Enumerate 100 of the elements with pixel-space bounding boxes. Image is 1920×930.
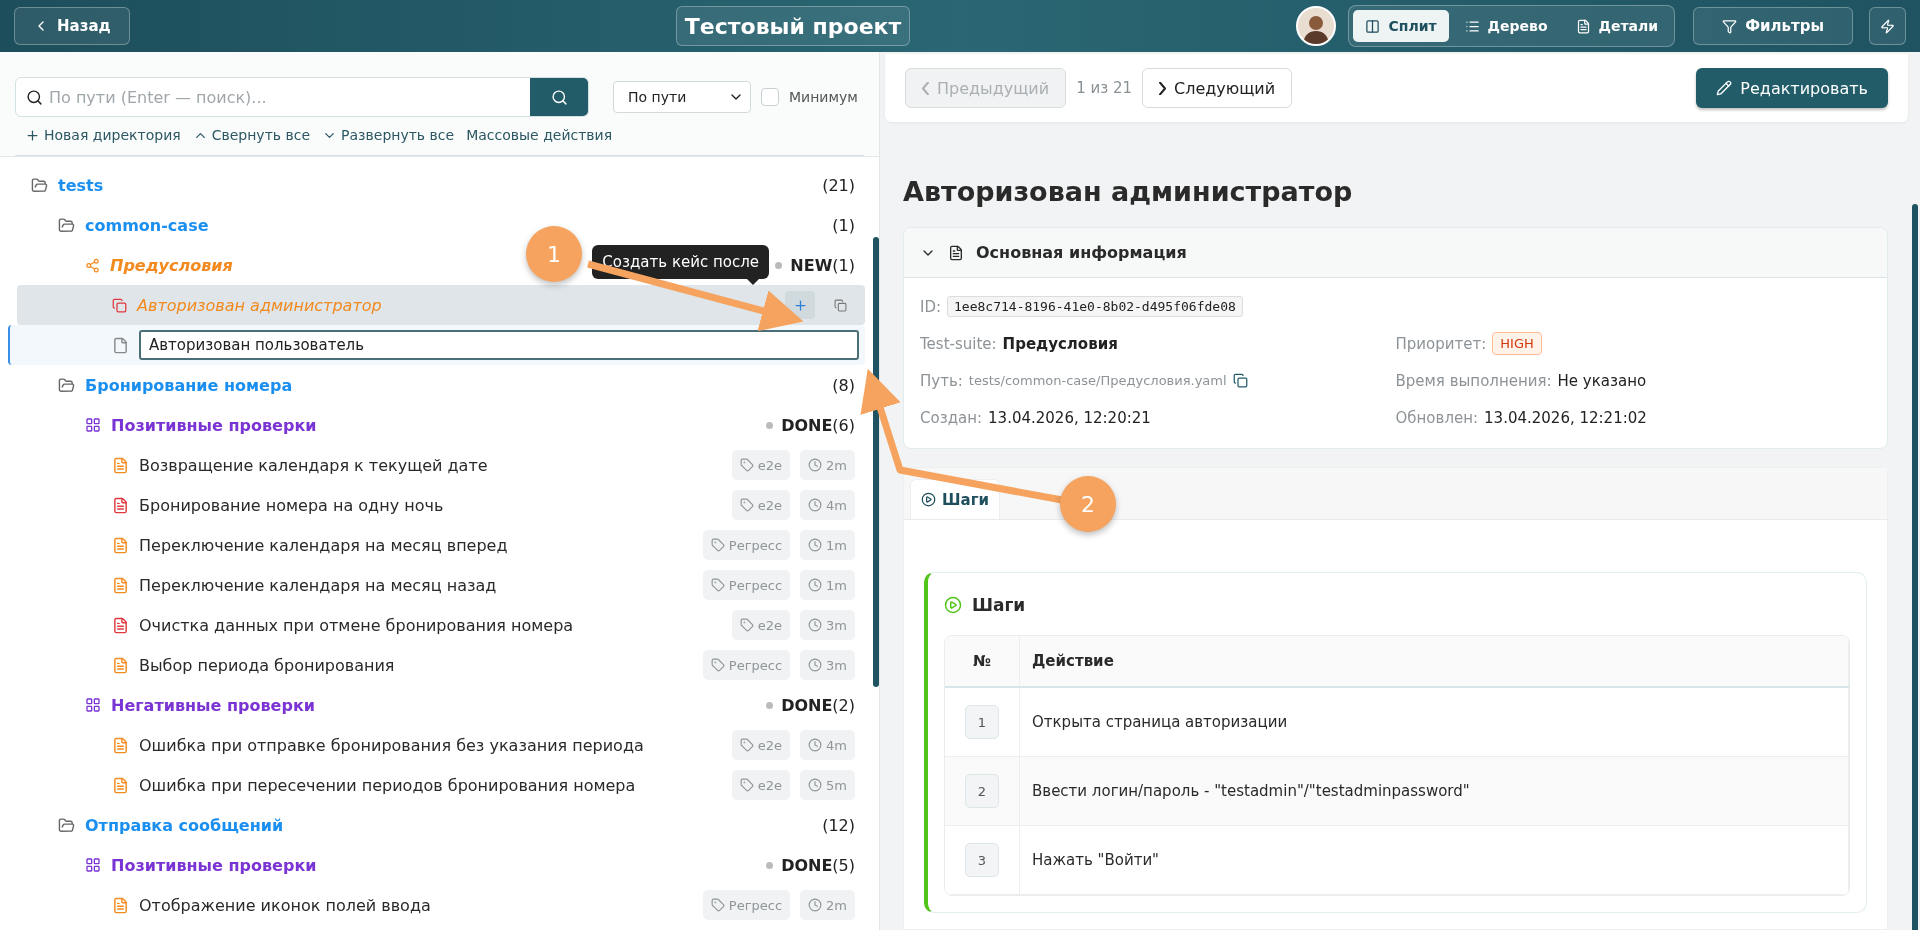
- item-count: (6): [832, 415, 855, 435]
- back-button[interactable]: Назад: [14, 7, 130, 45]
- item-count: (1): [832, 215, 855, 235]
- field-value: 13.04.2026, 12:20:21: [988, 408, 1151, 427]
- field-label: Создан:: [920, 408, 983, 427]
- search-bar[interactable]: По пути (Enter — поиск)...: [15, 77, 589, 117]
- plus-icon: [25, 127, 40, 143]
- steps-title: Шаги: [972, 595, 1026, 615]
- priority-badge: HIGH: [1492, 332, 1542, 355]
- tree-item[interactable]: Ошибка при отправке бронирования без указания периода e2e 4m: [17, 725, 865, 765]
- scrollbar[interactable]: [873, 237, 879, 687]
- filters-button[interactable]: Фильтры: [1693, 7, 1853, 45]
- section-title: Основная информация: [976, 243, 1187, 262]
- next-button[interactable]: Следующий: [1142, 68, 1293, 108]
- project-title: Тестовый проект: [675, 6, 911, 46]
- path-value: tests/common-case/Предусловия.yaml: [968, 373, 1227, 388]
- tree-item[interactable]: Выбор периода бронирования Регресс 3m: [17, 645, 865, 685]
- tag-icon: [739, 618, 754, 632]
- column-header: Действие: [1020, 636, 1849, 686]
- annotation-marker: 1: [526, 226, 582, 282]
- avatar[interactable]: [1296, 6, 1337, 46]
- node-name: Негативные проверки: [111, 695, 315, 715]
- toolbar-link[interactable]: Развернуть все: [322, 127, 455, 143]
- status-label: DONE: [781, 415, 833, 435]
- node-name: Бронирование номера: [85, 375, 293, 395]
- document-icon: [1575, 18, 1591, 34]
- edit-button[interactable]: Редактировать: [1696, 68, 1888, 108]
- status-dot: [775, 261, 783, 269]
- tag-icon: [710, 658, 725, 672]
- toolbar-link[interactable]: Новая директория: [25, 127, 181, 143]
- play-icon: [944, 596, 962, 614]
- tag-chip: e2e: [731, 610, 791, 640]
- document-icon: [948, 244, 964, 261]
- node-name: Позитивные проверки: [111, 855, 317, 875]
- tag-chip: Регресс: [702, 530, 791, 560]
- tag-icon: [739, 458, 754, 472]
- tree-item[interactable]: Бронирование номера на одну ночь e2e 4m: [17, 485, 865, 525]
- table-cell: Ввести логин/пароль - "testadmin"/"testadminpassword": [1020, 757, 1849, 825]
- copy-icon: [1232, 373, 1248, 388]
- node-name: Переключение календаря на месяц вперед: [139, 535, 508, 555]
- duration-chip: 1m: [800, 570, 855, 600]
- minimum-checkbox[interactable]: [761, 88, 779, 106]
- clock-icon: [808, 658, 823, 672]
- folder-icon: [58, 816, 75, 834]
- search-icon: [550, 88, 568, 106]
- tree-item[interactable]: Ошибка при пересечении периодов бронирования номера e2e 5m: [17, 765, 865, 805]
- tree-item[interactable]: Возвращение календаря к текущей дате e2e 2m: [17, 445, 865, 485]
- section-header[interactable]: Основная информация: [904, 228, 1887, 278]
- search-button[interactable]: [530, 78, 588, 116]
- duration-chip: 4m: [800, 730, 855, 760]
- field-label: Приоритет:: [1395, 334, 1487, 353]
- share-icon: [85, 257, 100, 273]
- tag-chip: e2e: [731, 770, 791, 800]
- field-value: Предусловия: [1002, 334, 1118, 353]
- plus-icon: [792, 297, 808, 313]
- toolbar-link[interactable]: Массовые действия: [466, 127, 613, 143]
- tag-chip: e2e: [731, 730, 791, 760]
- view-tab[interactable]: Детали: [1563, 10, 1671, 42]
- node-name: Очистка данных при отмене бронирования номера: [139, 615, 574, 635]
- search-icon: [26, 88, 43, 106]
- tree-item[interactable]: Переключение календаря на месяц вперед Регресс 1m: [17, 525, 865, 565]
- filter-icon: [1722, 18, 1738, 34]
- folder-icon: [31, 176, 48, 194]
- status-dot: [766, 701, 774, 709]
- tree-item[interactable]: Очистка данных при отмене бронирования номера e2e 3m: [17, 605, 865, 645]
- name-input[interactable]: Авторизован пользователь: [139, 330, 859, 360]
- duration-chip: 2m: [800, 890, 855, 920]
- tag-chip: Регресс: [702, 890, 791, 920]
- clock-icon: [808, 898, 823, 912]
- duration-chip: 5m: [800, 770, 855, 800]
- tree-item[interactable]: Переключение календаря на месяц назад Регресс 1m: [17, 565, 865, 605]
- node-name: Выбор периода бронирования: [139, 655, 395, 675]
- field-value: Не указано: [1557, 371, 1647, 390]
- field-label: ID:: [920, 297, 942, 316]
- view-tab[interactable]: Дерево: [1452, 10, 1560, 42]
- duration-chip: 1m: [800, 530, 855, 560]
- lightning-button[interactable]: [1869, 7, 1906, 45]
- item-count: (12): [822, 815, 855, 835]
- clock-icon: [808, 618, 823, 632]
- tag-icon: [739, 498, 754, 512]
- tag-icon: [739, 778, 754, 792]
- column-header: №: [945, 636, 1020, 686]
- scrollbar[interactable]: [1912, 204, 1918, 930]
- tag-icon: [739, 738, 754, 752]
- tag-chip: Регресс: [702, 650, 791, 680]
- node-name: common-case: [85, 215, 209, 235]
- folder-icon: [58, 216, 75, 234]
- mode-select[interactable]: По пути: [613, 81, 751, 113]
- tag-icon: [710, 538, 725, 552]
- node-name: Позитивные проверки: [111, 415, 317, 435]
- view-tab[interactable]: Сплит: [1353, 10, 1449, 42]
- tree-item[interactable]: Отображение иконок полей ввода Регресс 2m: [17, 885, 865, 925]
- node-name: tests: [58, 175, 104, 195]
- item-count: (2): [832, 695, 855, 715]
- clock-icon: [808, 498, 823, 512]
- tag-icon: [710, 898, 725, 912]
- node-name: Ошибка при отправке бронирования без указания периода: [139, 735, 644, 755]
- node-name: Авторизован администратор: [137, 295, 382, 315]
- chevron-right-icon: [1159, 81, 1167, 95]
- toolbar-link[interactable]: Свернуть все: [192, 127, 311, 143]
